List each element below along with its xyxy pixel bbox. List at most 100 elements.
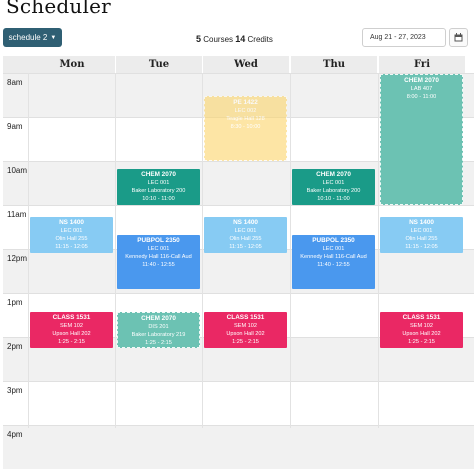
week-calendar: 8am 9am 10am 11am 12pm 1pm 2pm 3pm 4pm Mon Tue Wed T… (3, 56, 474, 469)
event-time: 11:40 - 12:55 (317, 262, 350, 269)
event-location: Kennedy Hall 116-Call Aud (300, 254, 367, 261)
day-divider (202, 73, 203, 428)
event-location: Baker Laboratory 219 (131, 332, 186, 339)
event-location: Olin Hall 255 (55, 236, 88, 242)
day-header-fri: Fri (379, 56, 465, 73)
event-section: LEC 001 (147, 180, 170, 187)
day-header-mon: Mon (29, 56, 115, 73)
credits-count: 14 (235, 34, 246, 44)
course-event-ns-1400[interactable]: NS 1400 LEC 001 Olin Hall 255 11:15 - 12:05 (204, 217, 287, 253)
day-header-thu: Thu (291, 56, 377, 73)
event-code: CHEM 2070 (141, 171, 176, 179)
hour-label: 3pm (7, 386, 23, 395)
event-code: NS 1400 (233, 219, 258, 226)
courses-count: 5 (196, 34, 202, 44)
credits-label: Credits (247, 35, 273, 44)
course-event-pubpol-2350[interactable]: PUBPOL 2350 LEC 001 Kennedy Hall 116-Call … (117, 235, 200, 290)
event-time: 11:15 - 12:05 (55, 244, 88, 250)
course-event-ns-1400[interactable]: NS 1400 LEC 001 Olin Hall 255 11:15 - 12:05 (30, 217, 113, 253)
schedule-summary: 5 Courses 14 Credits (196, 34, 273, 44)
day-divider (28, 73, 29, 428)
page-title: Scheduler (6, 0, 111, 18)
event-location: Baker Laboratory 200 (306, 188, 361, 195)
course-event-chem-2070[interactable]: CHEM 2070 LAB 407 8:00 - 11:00 (380, 74, 463, 205)
calendar-icon (454, 33, 463, 42)
event-time: 8:00 - 11:00 (406, 94, 437, 100)
event-location: Olin Hall 255 (405, 236, 438, 242)
course-event-chem-2070[interactable]: CHEM 2070 DIS 201 Baker Laboratory 219 1:25… (117, 312, 200, 348)
event-time: 1:25 - 2:15 (232, 339, 259, 346)
hour-label: 12pm (7, 254, 28, 263)
event-time: 1:25 - 2:15 (408, 339, 435, 346)
event-section: LEC 001 (147, 246, 170, 253)
course-event-class-1531[interactable]: CLASS 1531 SEM 102 Upson Hall 202 1:25 - 2:… (204, 312, 287, 348)
hour-label: 10am (7, 166, 28, 175)
event-section: SEM 102 (233, 323, 257, 330)
event-section: SEM 102 (59, 323, 83, 330)
schedule-select-label: schedule 2 (8, 33, 48, 42)
event-code: PUBPOL 2350 (312, 237, 355, 245)
calendar-corner (3, 56, 29, 73)
event-location: Upson Hall 202 (402, 331, 441, 338)
hour-label: 1pm (7, 298, 23, 307)
event-location: Baker Laboratory 200 (131, 188, 186, 195)
event-code: NS 1400 (59, 219, 84, 226)
hour-label: 11am (7, 210, 27, 219)
course-event-pubpol-2350[interactable]: PUBPOL 2350 LEC 001 Kennedy Hall 116-Call … (292, 235, 375, 290)
schedule-select-button[interactable]: schedule 2 ▼ (3, 28, 62, 47)
event-location: Kennedy Hall 116-Call Aud (125, 254, 192, 261)
event-section: LEC 001 (410, 228, 433, 234)
event-section: LEC 001 (322, 180, 345, 187)
course-event-pe-1422[interactable]: PE 1422 LEC 002 Teagle Hall 128 8:30 - 10:0… (204, 96, 287, 161)
event-location: Upson Hall 202 (52, 331, 91, 338)
hour-row: 12pm (3, 249, 474, 293)
event-time: 11:40 - 12:55 (142, 262, 175, 269)
day-divider (378, 73, 379, 428)
event-section: DIS 201 (148, 324, 169, 331)
event-code: CLASS 1531 (402, 314, 441, 322)
courses-label: Courses (203, 35, 234, 44)
event-code: CLASS 1531 (226, 314, 265, 322)
hour-label: 9am (7, 122, 23, 131)
event-section: LEC 001 (60, 228, 83, 234)
event-section: LEC 002 (234, 108, 257, 114)
day-header-wed: Wed (203, 56, 289, 73)
chevron-down-icon: ▼ (50, 34, 57, 41)
hour-row: 3pm (3, 381, 474, 425)
course-event-chem-2070[interactable]: CHEM 2070 LEC 001 Baker Laboratory 200 10:1… (292, 169, 375, 205)
event-code: CHEM 2070 (404, 77, 439, 84)
day-divider (290, 73, 291, 428)
event-code: CHEM 2070 (141, 315, 176, 323)
hour-label: 2pm (7, 342, 23, 351)
calendar-picker-button[interactable] (449, 28, 468, 47)
event-time: 11:15 - 12:05 (229, 244, 262, 250)
event-time: 11:15 - 12:05 (405, 244, 438, 250)
hour-label: 8am (7, 78, 23, 87)
event-section: LEC 001 (322, 246, 345, 253)
event-code: CHEM 2070 (316, 171, 351, 179)
event-location: Upson Hall 202 (226, 331, 265, 338)
event-code: PUBPOL 2350 (137, 237, 180, 245)
event-code: CLASS 1531 (52, 314, 91, 322)
event-location: Teagle Hall 128 (226, 116, 265, 122)
hour-row: 4pm (3, 425, 474, 469)
course-event-class-1531[interactable]: CLASS 1531 SEM 102 Upson Hall 202 1:25 - 2:… (380, 312, 463, 348)
event-section: LEC 001 (234, 228, 257, 234)
event-code: NS 1400 (409, 219, 434, 226)
event-section: SEM 102 (409, 323, 433, 330)
event-location: Olin Hall 255 (229, 236, 262, 242)
event-time: 10:10 - 11:00 (142, 196, 175, 203)
date-range-field[interactable]: Aug 21 - 27, 2023 (362, 28, 446, 47)
event-code: PE 1422 (233, 99, 258, 106)
event-time: 8:30 - 10:00 (230, 124, 261, 130)
day-header-tue: Tue (116, 56, 202, 73)
event-section: LAB 407 (410, 86, 433, 92)
event-time: 1:25 - 2:15 (145, 340, 172, 347)
event-time: 10:10 - 11:00 (317, 196, 350, 203)
event-time: 1:25 - 2:15 (58, 339, 85, 346)
day-divider (115, 73, 116, 428)
course-event-ns-1400[interactable]: NS 1400 LEC 001 Olin Hall 255 11:15 - 12:05 (380, 217, 463, 253)
course-event-chem-2070[interactable]: CHEM 2070 LEC 001 Baker Laboratory 200 10:1… (117, 169, 200, 205)
course-event-class-1531[interactable]: CLASS 1531 SEM 102 Upson Hall 202 1:25 - 2:… (30, 312, 113, 348)
hour-label: 4pm (7, 430, 23, 439)
